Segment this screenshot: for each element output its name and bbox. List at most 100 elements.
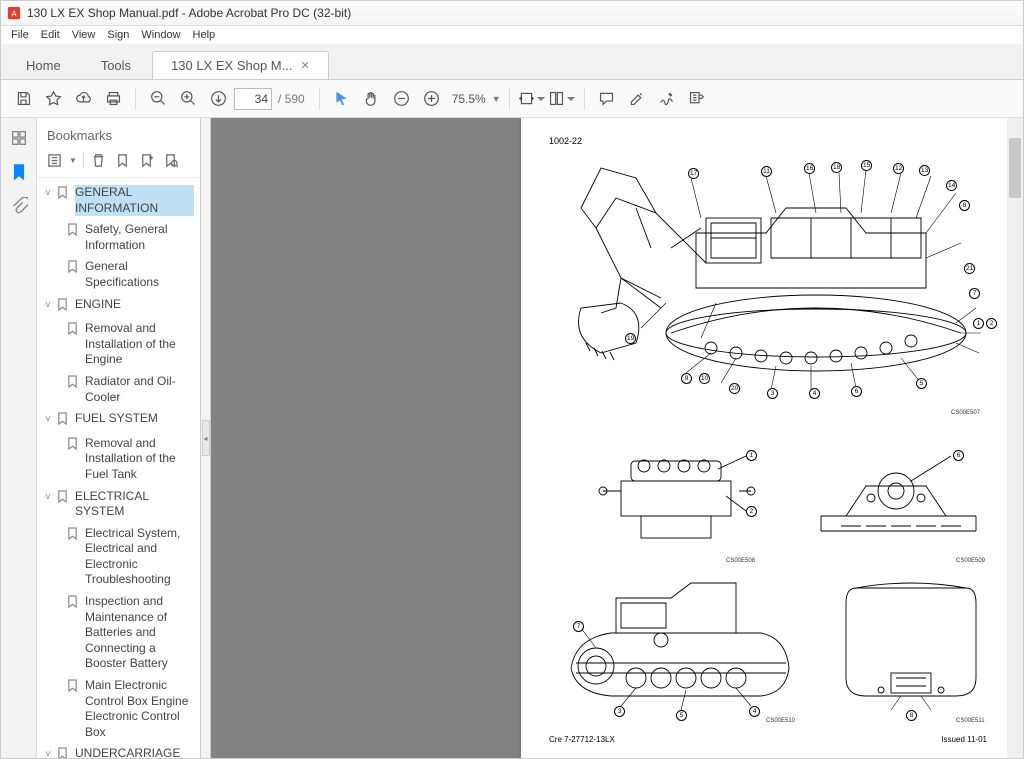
pdf-page: 1002-22 — [521, 118, 1015, 758]
bookmark-item[interactable]: General Specifications — [39, 256, 198, 293]
bookmark-label: Removal and Installation of the Engine — [85, 321, 194, 368]
toolbar: / 590 75.5% ▼ — [1, 80, 1023, 118]
chevron-down-icon[interactable]: ▼ — [69, 156, 77, 165]
tab-home[interactable]: Home — [7, 51, 80, 79]
bookmark-item[interactable]: Radiator and Oil-Cooler — [39, 371, 198, 408]
zoom-minus-icon[interactable] — [388, 85, 416, 113]
more-tools-icon[interactable] — [683, 85, 711, 113]
bookmark-label: Safety, General Information — [85, 222, 194, 253]
bookmark-label: FUEL SYSTEM — [75, 411, 194, 427]
window-title: 130 LX EX Shop Manual.pdf - Adobe Acroba… — [27, 6, 351, 20]
menu-sign[interactable]: Sign — [101, 29, 135, 41]
zoom-in-icon[interactable] — [174, 85, 202, 113]
find-bookmark-icon[interactable] — [162, 151, 180, 169]
page-header-number: 1002-22 — [549, 136, 582, 146]
separator — [319, 88, 320, 110]
separator — [83, 152, 84, 168]
bookmark-item[interactable]: Main Electronic Control Box Engine Elect… — [39, 675, 198, 743]
figure-code: CS00E510 — [766, 718, 795, 724]
page-display-icon[interactable] — [548, 85, 576, 113]
page-footer-right: Issued 11-01 — [941, 735, 987, 744]
title-bar: A 130 LX EX Shop Manual.pdf - Adobe Acro… — [1, 1, 1023, 26]
menu-window[interactable]: Window — [135, 29, 186, 41]
page-down-icon[interactable] — [204, 85, 232, 113]
svg-text:A: A — [11, 10, 17, 19]
panel-title: Bookmarks — [37, 118, 200, 151]
highlight-icon[interactable] — [623, 85, 651, 113]
menu-help[interactable]: Help — [187, 29, 222, 41]
bookmarks-tree[interactable]: ˅GENERAL INFORMATIONSafety, General Info… — [37, 178, 200, 758]
separator — [135, 88, 136, 110]
bookmarks-panel: Bookmarks ▼ ˅GENERAL INFORMATIONSafety, … — [37, 118, 201, 758]
print-icon[interactable] — [99, 85, 127, 113]
save-icon[interactable] — [9, 85, 37, 113]
figure-code: CS00E507 — [951, 410, 980, 416]
zoom-plus-icon[interactable] — [418, 85, 446, 113]
bookmark-item[interactable]: Removal and Installation of the Engine — [39, 318, 198, 371]
bookmark-item[interactable]: ˅ENGINE — [39, 294, 198, 319]
bookmark-label: Inspection and Maintenance of Batteries … — [85, 594, 194, 672]
bookmark-item[interactable]: Inspection and Maintenance of Batteries … — [39, 591, 198, 675]
bookmark-label: Electrical System, Electrical and Electr… — [85, 526, 194, 588]
add-bookmark-icon[interactable] — [138, 151, 156, 169]
document-view[interactable]: 1002-22 — [211, 118, 1023, 758]
tab-tools[interactable]: Tools — [82, 51, 150, 79]
separator — [584, 88, 585, 110]
page-number-input[interactable] — [234, 88, 272, 110]
separator — [509, 88, 510, 110]
menu-file[interactable]: File — [5, 29, 35, 41]
bookmarks-icon[interactable] — [9, 162, 29, 182]
nav-rail — [1, 118, 37, 758]
bookmark-label: ELECTRICAL SYSTEM — [75, 489, 194, 520]
sign-icon[interactable] — [653, 85, 681, 113]
figure-code: CS00E509 — [956, 558, 985, 564]
bookmark-item[interactable]: ˅GENERAL INFORMATION — [39, 182, 198, 219]
attachments-icon[interactable] — [9, 196, 29, 216]
vertical-scrollbar[interactable] — [1007, 118, 1023, 758]
app-pdf-icon: A — [7, 6, 21, 20]
options-icon[interactable] — [45, 151, 63, 169]
scrollbar-thumb[interactable] — [1009, 138, 1021, 198]
figure-code: CS00E508 — [726, 558, 755, 564]
figure-main-excavator — [561, 158, 981, 403]
thumbnails-icon[interactable] — [9, 128, 29, 148]
figure-track-side — [561, 578, 796, 718]
panel-tools: ▼ — [37, 151, 200, 178]
menu-bar[interactable]: File Edit View Sign Window Help — [1, 26, 1023, 44]
bookmark-label: GENERAL INFORMATION — [75, 185, 194, 216]
menu-edit[interactable]: Edit — [35, 29, 66, 41]
figure-travel-motor — [596, 436, 756, 556]
main-area: Bookmarks ▼ ˅GENERAL INFORMATIONSafety, … — [1, 118, 1023, 758]
bookmark-item[interactable]: Removal and Installation of the Fuel Tan… — [39, 433, 198, 486]
close-icon[interactable]: ✕ — [300, 59, 309, 72]
bookmark-item[interactable]: ˅ELECTRICAL SYSTEM — [39, 486, 198, 523]
menu-view[interactable]: View — [66, 29, 102, 41]
zoom-out-icon[interactable] — [144, 85, 172, 113]
delete-icon[interactable] — [90, 151, 108, 169]
cloud-upload-icon[interactable] — [69, 85, 97, 113]
panel-collapse-handle[interactable]: ◂ — [201, 118, 211, 758]
selection-arrow-icon[interactable] — [328, 85, 356, 113]
hand-pan-icon[interactable] — [358, 85, 386, 113]
comment-icon[interactable] — [593, 85, 621, 113]
bookmark-label: ENGINE — [75, 297, 194, 313]
tab-document[interactable]: 130 LX EX Shop M... ✕ — [152, 51, 329, 79]
bookmark-label: Removal and Installation of the Fuel Tan… — [85, 436, 194, 483]
bookmark-item[interactable]: ˅UNDERCARRIAGE — [39, 743, 198, 758]
page-total-label: / 590 — [278, 92, 305, 106]
fit-width-icon[interactable] — [518, 85, 546, 113]
bookmark-label: UNDERCARRIAGE — [75, 746, 194, 758]
new-bookmark-icon[interactable] — [114, 151, 132, 169]
zoom-level-label[interactable]: 75.5% — [452, 92, 486, 106]
bookmark-label: General Specifications — [85, 259, 194, 290]
star-icon[interactable] — [39, 85, 67, 113]
tab-bar: Home Tools 130 LX EX Shop M... ✕ — [1, 44, 1023, 80]
page-footer-left: Cre 7-27712-13LX — [549, 735, 615, 744]
figure-counterweight — [836, 578, 986, 713]
bookmark-item[interactable]: Electrical System, Electrical and Electr… — [39, 523, 198, 591]
bookmark-item[interactable]: ˅FUEL SYSTEM — [39, 408, 198, 433]
bookmark-item[interactable]: Safety, General Information — [39, 219, 198, 256]
bookmark-label: Main Electronic Control Box Engine Elect… — [85, 678, 194, 740]
chevron-down-icon[interactable]: ▼ — [492, 94, 501, 104]
figure-code: CS00E511 — [956, 718, 985, 724]
